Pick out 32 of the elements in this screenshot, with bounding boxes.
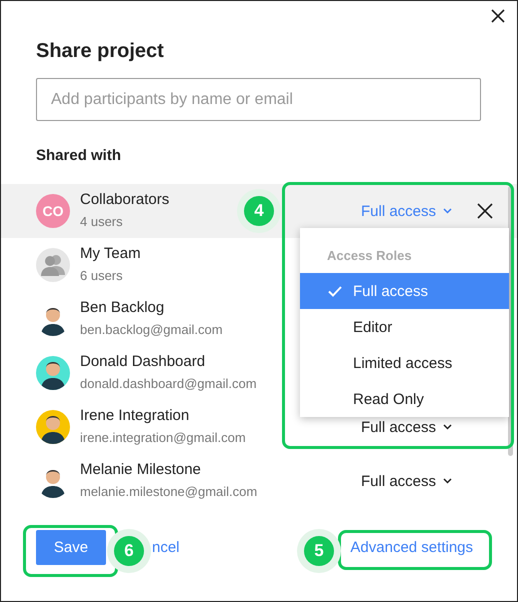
search-field[interactable]: Add participants by name or email [36,78,481,121]
remove-icon[interactable] [477,203,493,219]
step-badge: 5 [297,529,341,573]
close-icon[interactable] [491,9,505,23]
participant-detail: 6 users [80,267,123,285]
participant-name: Donald Dashboard [80,352,206,372]
advanced-settings-link[interactable]: Advanced settings [350,538,473,556]
avatar: CO [36,194,70,228]
participant-detail: 4 users [80,213,123,231]
dialog-title: Share project [36,39,164,63]
participant-name: Collaborators [80,190,170,210]
access-dropdown[interactable]: Full access [361,418,452,436]
participant-name: Irene Integration [80,406,190,426]
section-title: Shared with [36,147,122,166]
menu-option[interactable]: Limited access [300,345,509,381]
cancel-link[interactable]: ncel [152,538,180,556]
participant-detail: melanie.milestone@gmail.com [80,483,258,501]
chevron-down-icon [443,208,452,214]
participant-detail: donald.dashboard@gmail.com [80,375,257,393]
step-badge: 6 [107,529,151,573]
menu-header: Access Roles [326,247,413,265]
participant-detail: irene.integration@gmail.com [80,429,246,447]
participant-detail: ben.backlog@gmail.com [80,321,223,339]
participant-name: Ben Backlog [80,298,164,318]
menu-option[interactable]: Read Only [300,381,509,417]
chevron-down-icon [443,424,452,430]
chevron-down-icon [443,478,452,484]
access-dropdown[interactable]: Full access [361,472,452,490]
participant-name: Melanie Milestone [80,460,201,480]
menu-option[interactable]: Editor [300,309,509,345]
participant-name: My Team [80,244,141,264]
checkmark-icon [328,286,342,296]
